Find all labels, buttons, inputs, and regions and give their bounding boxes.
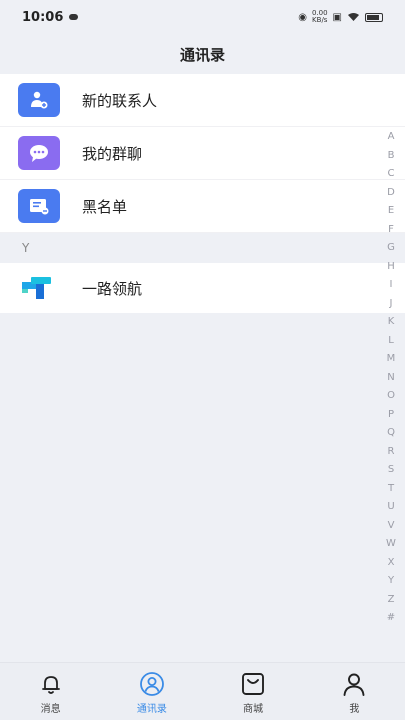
tab-label-shop: 商城 bbox=[243, 704, 264, 715]
contact-name: 一路领航 bbox=[82, 279, 143, 298]
tab-me[interactable]: 我 bbox=[304, 663, 405, 720]
shopping-bag-icon bbox=[239, 670, 267, 698]
section-header-y: Y bbox=[0, 233, 405, 263]
vibrate-icon: ◉ bbox=[298, 11, 307, 23]
index-letter[interactable]: H bbox=[387, 258, 395, 277]
status-bar: 10:06 ◉ 0.00 KB/s ▣ bbox=[0, 0, 405, 34]
page-title: 通讯录 bbox=[179, 45, 225, 64]
index-letter[interactable]: X bbox=[388, 554, 395, 573]
index-letter[interactable]: M bbox=[387, 350, 396, 369]
index-letter[interactable]: R bbox=[388, 443, 395, 462]
status-left: 10:06 bbox=[22, 9, 79, 25]
index-letter[interactable]: N bbox=[387, 369, 394, 388]
index-letter[interactable]: E bbox=[388, 202, 394, 221]
index-letter[interactable]: S bbox=[388, 461, 394, 480]
tab-label-me: 我 bbox=[349, 704, 360, 715]
row-blacklist[interactable]: 黑名单 bbox=[0, 180, 405, 233]
index-letter[interactable]: K bbox=[388, 313, 395, 332]
index-letter[interactable]: A bbox=[388, 128, 395, 147]
nfc-icon: ▣ bbox=[332, 11, 342, 23]
index-letter[interactable]: G bbox=[387, 239, 395, 258]
bell-icon bbox=[37, 670, 65, 698]
index-letter[interactable]: I bbox=[390, 276, 393, 295]
index-letter[interactable]: P bbox=[388, 406, 394, 425]
tab-contacts[interactable]: 通讯录 bbox=[101, 663, 202, 720]
group-chat-icon bbox=[18, 136, 60, 170]
contacts-list: 新的联系人 我的群聊 黑名单 Y 一路领航 bbox=[0, 74, 405, 313]
row-new-contact[interactable]: 新的联系人 bbox=[0, 74, 405, 127]
index-letter[interactable]: Q bbox=[387, 424, 395, 443]
network-speed-unit: KB/s bbox=[312, 16, 328, 24]
status-right: ◉ 0.00 KB/s ▣ bbox=[298, 10, 383, 24]
index-letter[interactable]: D bbox=[387, 184, 395, 203]
index-letter[interactable]: # bbox=[387, 609, 395, 628]
alphabet-index[interactable]: A B C D E F G H I J K L M N O P Q R S T U V W X Y Z # bbox=[383, 128, 399, 628]
tab-messages[interactable]: 消息 bbox=[0, 663, 101, 720]
index-letter[interactable]: Y bbox=[388, 572, 394, 591]
blacklist-icon bbox=[18, 189, 60, 223]
index-letter[interactable]: T bbox=[388, 480, 394, 499]
index-letter[interactable]: V bbox=[388, 517, 395, 536]
status-time: 10:06 bbox=[22, 9, 64, 25]
tab-label-messages: 消息 bbox=[40, 704, 61, 715]
battery-icon bbox=[365, 12, 383, 22]
tab-label-contacts: 通讯录 bbox=[136, 704, 167, 715]
row-label-group-chat: 我的群聊 bbox=[82, 144, 143, 163]
index-letter[interactable]: F bbox=[388, 221, 394, 240]
index-letter[interactable]: B bbox=[388, 147, 395, 166]
new-contact-icon bbox=[18, 83, 60, 117]
tab-shop[interactable]: 商城 bbox=[203, 663, 304, 720]
header: 通讯录 bbox=[0, 34, 405, 74]
index-letter[interactable]: O bbox=[387, 387, 395, 406]
contact-row[interactable]: 一路领航 bbox=[0, 263, 405, 313]
index-letter[interactable]: U bbox=[387, 498, 394, 517]
wifi-icon bbox=[348, 13, 359, 21]
row-group-chat[interactable]: 我的群聊 bbox=[0, 127, 405, 180]
bottom-tab-bar: 消息 通讯录 商城 我 bbox=[0, 662, 405, 720]
index-letter[interactable]: C bbox=[388, 165, 395, 184]
index-letter[interactable]: Z bbox=[388, 591, 395, 610]
cloud-icon bbox=[69, 14, 79, 20]
contacts-icon bbox=[138, 670, 166, 698]
row-label-blacklist: 黑名单 bbox=[82, 197, 128, 216]
index-letter[interactable]: W bbox=[386, 535, 396, 554]
yilu-logo bbox=[18, 271, 60, 305]
row-label-new-contact: 新的联系人 bbox=[82, 91, 158, 110]
network-speed: 0.00 KB/s bbox=[312, 10, 328, 24]
index-letter[interactable]: J bbox=[390, 295, 393, 314]
index-letter[interactable]: L bbox=[388, 332, 394, 351]
person-icon bbox=[340, 670, 368, 698]
